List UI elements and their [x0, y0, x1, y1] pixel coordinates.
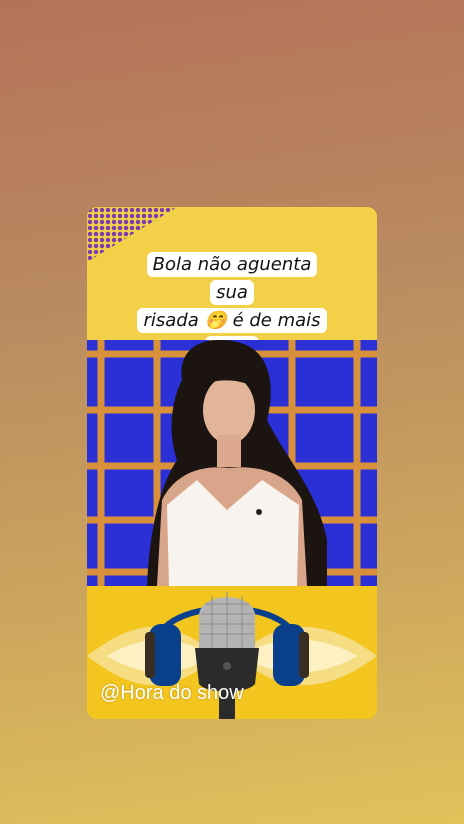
watermark-handle: @Hora do show: [100, 682, 244, 704]
video-frame[interactable]: [87, 340, 377, 586]
story-card: Bola não aguenta sua risada 🤭 é de mais …: [87, 207, 377, 719]
caption-line-1: Bola não aguenta sua: [146, 252, 318, 305]
video-scene: [87, 340, 377, 586]
caption-line-2: risada 🤭 é de mais: [137, 308, 327, 333]
caption-panel: Bola não aguenta sua risada 🤭 é de mais …: [87, 207, 377, 361]
